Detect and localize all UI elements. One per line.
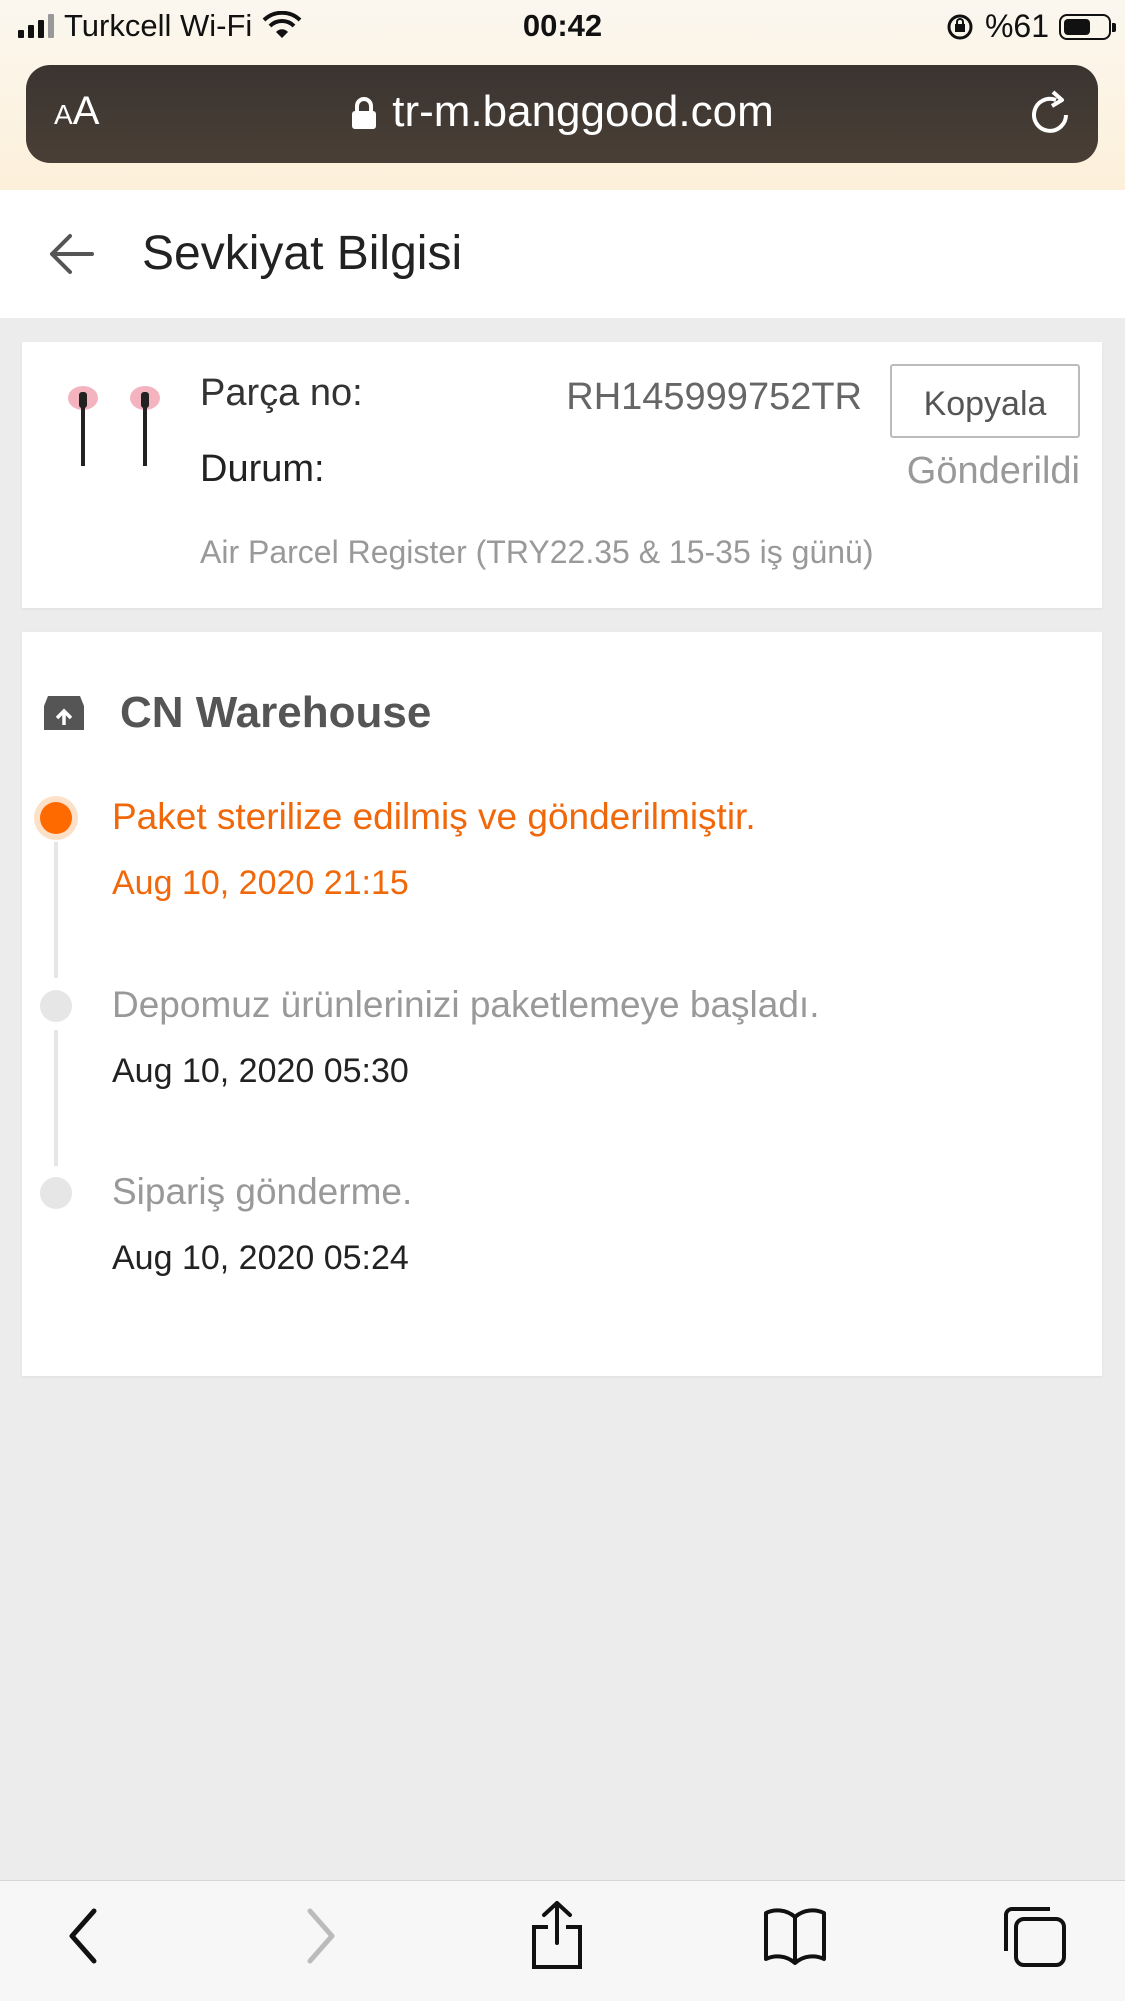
copy-button[interactable]: Kopyala	[890, 364, 1080, 438]
product-thumbnail	[68, 386, 160, 466]
lock-icon	[352, 97, 377, 130]
warehouse-icon	[44, 696, 84, 730]
timeline-line	[54, 1030, 58, 1166]
timeline-dot-active	[40, 802, 72, 834]
url-text: tr-m.banggood.com	[392, 87, 774, 136]
share-icon[interactable]	[528, 1899, 586, 1971]
warehouse-title: CN Warehouse	[120, 688, 432, 737]
browser-toolbar	[0, 1880, 1125, 2001]
event-time: Aug 10, 2020 05:30	[112, 1052, 409, 1090]
browser-forward-icon[interactable]	[298, 1905, 342, 1967]
event-description: Paket sterilize edilmiş ve gönderilmişti…	[112, 796, 756, 837]
back-arrow-icon[interactable]	[46, 232, 96, 276]
battery-percent: %61	[984, 8, 1049, 44]
status-label: Durum:	[200, 448, 325, 490]
parcel-number-value: RH145999752TR	[566, 376, 862, 418]
rotation-lock-icon	[947, 14, 973, 39]
address-bar[interactable]: AA tr-m.banggood.com	[26, 65, 1098, 163]
tabs-icon[interactable]	[1000, 1905, 1068, 1969]
event-description: Sipariş gönderme.	[112, 1171, 413, 1212]
page-title: Sevkiyat Bilgisi	[142, 227, 463, 280]
timeline-dot	[40, 1177, 72, 1209]
app-header: Sevkiyat Bilgisi	[0, 190, 1125, 318]
parcel-info-card: Parça no: RH145999752TR Kopyala Durum: G…	[22, 342, 1102, 608]
parcel-number-label: Parça no:	[200, 372, 363, 414]
status-value: Gönderildi	[906, 450, 1080, 492]
tracking-card: CN Warehouse Paket sterilize edilmiş ve …	[22, 632, 1102, 1376]
battery-icon	[1059, 13, 1116, 40]
bookmarks-icon[interactable]	[762, 1905, 828, 1965]
browser-back-icon[interactable]	[62, 1905, 106, 1967]
event-time: Aug 10, 2020 21:15	[112, 864, 409, 902]
timeline-dot	[40, 990, 72, 1022]
shipping-method: Air Parcel Register (TRY22.35 & 15-35 iş…	[200, 534, 874, 570]
timeline-line	[54, 842, 58, 978]
reload-icon[interactable]	[1026, 87, 1076, 139]
event-description: Depomuz ürünlerinizi paketlemeye başladı…	[112, 984, 820, 1025]
browser-top-chrome: Turkcell Wi-Fi 00:42 %61 AA tr-m.banggoo…	[0, 0, 1125, 191]
event-time: Aug 10, 2020 05:24	[112, 1239, 409, 1277]
status-bar: Turkcell Wi-Fi 00:42 %61	[0, 0, 1125, 56]
